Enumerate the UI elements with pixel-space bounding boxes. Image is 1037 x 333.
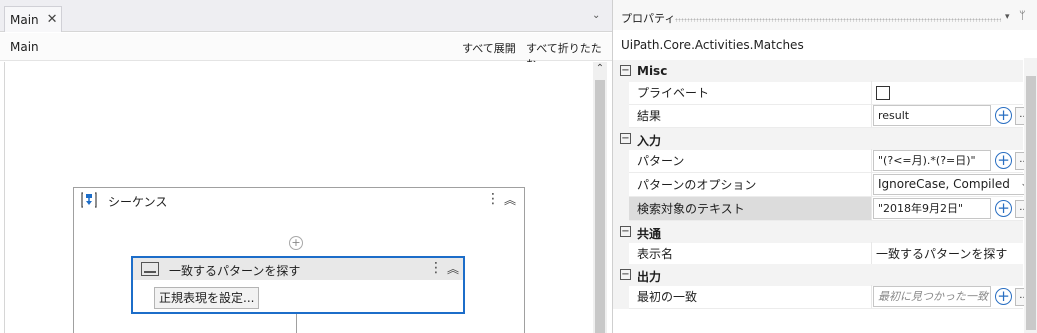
add-variable-icon[interactable]: + [995, 200, 1012, 217]
property-name[interactable]: プライベート [629, 81, 871, 105]
property-value: result + ... [871, 104, 1033, 128]
chevron-down-icon[interactable]: ⌄ [592, 10, 600, 21]
pattern-options-value: IgnoreCase, Compiled [878, 177, 1010, 191]
sequence-title: シーケンス [108, 195, 168, 209]
close-icon[interactable]: ✕ [47, 13, 58, 26]
activity-class-name: UiPath.Core.Activities.Matches [621, 38, 804, 52]
add-variable-icon[interactable]: + [995, 152, 1012, 169]
property-name[interactable]: パターン [629, 149, 871, 173]
sequence-icon [81, 192, 97, 208]
property-row-pattern-options: パターンのオプション IgnoreCase, Compiled ⌄ [613, 173, 1033, 197]
scroll-up-icon[interactable]: ⌃ [594, 63, 606, 74]
expand-all-link[interactable]: すべて展開 [462, 40, 516, 56]
more-options-icon[interactable]: ⋮ [429, 260, 443, 276]
collapse-toggle-icon[interactable]: − [620, 226, 631, 237]
property-value: 最初に見つかった一致を... + ... [871, 285, 1033, 309]
activity-window-icon [141, 262, 159, 276]
property-name[interactable]: 結果 [629, 104, 871, 128]
designer-toolbar: Main すべて展開 すべて折りたたむ [0, 33, 612, 71]
category-common[interactable]: − 共通 [613, 221, 1023, 243]
property-row-display-name: 表示名 一致するパターンを探す [613, 242, 1023, 266]
breadcrumb[interactable]: Main [10, 40, 39, 54]
collapse-icon[interactable]: ︽ [504, 191, 516, 208]
property-value: 一致するパターンを探す [871, 242, 1023, 266]
matches-activity[interactable]: 一致するパターンを探す ⋮ ︽ 正規表現を設定... [131, 256, 465, 314]
tab-main-label: Main [10, 12, 39, 27]
set-regex-button[interactable]: 正規表現を設定... [154, 287, 260, 309]
private-checkbox[interactable] [876, 86, 890, 100]
sequence-connector-line [296, 314, 297, 333]
property-row-pattern: パターン "(?<=月).*(?=日)" + ... [613, 149, 1033, 173]
collapse-toggle-icon[interactable]: − [620, 269, 631, 280]
scrollbar-thumb[interactable] [1026, 76, 1036, 330]
pattern-field[interactable]: "(?<=月).*(?=日)" [873, 150, 991, 171]
property-value: IgnoreCase, Compiled ⌄ [871, 173, 1033, 197]
property-name[interactable]: 検索対象のテキスト [629, 197, 871, 221]
add-variable-icon[interactable]: + [995, 288, 1012, 305]
property-value: "(?<=月).*(?=日)" + ... [871, 149, 1033, 173]
properties-titlebar: プロパティ ▾ ᛘ [613, 0, 1037, 30]
property-name[interactable]: 最初の一致 [629, 285, 871, 309]
property-value: "2018年9月2日" + ... [871, 197, 1033, 221]
properties-vertical-scrollbar[interactable] [1024, 58, 1037, 333]
properties-panel: プロパティ ▾ ᛘ UiPath.Core.Activities.Matches… [612, 0, 1037, 333]
panel-grip[interactable] [675, 18, 1001, 22]
category-label: Misc [637, 64, 668, 78]
category-label: 出力 [637, 270, 662, 284]
category-label: 共通 [637, 227, 662, 241]
result-field[interactable]: result [873, 105, 991, 126]
category-misc[interactable]: − Misc [613, 60, 1023, 82]
property-row-input-text: 検索対象のテキスト "2018年9月2日" + ... [613, 197, 1033, 221]
designer-vertical-scrollbar[interactable]: ⌃ [593, 62, 607, 333]
property-row-first-match: 最初の一致 最初に見つかった一致を... + ... [613, 285, 1033, 309]
category-input[interactable]: − 入力 [613, 128, 1023, 150]
property-grid: − Misc プライベート 結果 result + ... − 入力 パ [613, 58, 1037, 333]
property-value [871, 81, 1023, 105]
pin-icon[interactable]: ᛘ [1019, 9, 1026, 22]
property-row-private: プライベート [613, 81, 1023, 105]
property-row-result: 結果 result + ... [613, 104, 1033, 128]
sequence-header[interactable]: シーケンス ⋮ ︽ [74, 188, 524, 212]
pattern-options-select[interactable]: IgnoreCase, Compiled ⌄ [873, 174, 1033, 195]
panel-title: プロパティ [621, 12, 676, 25]
activity-title: 一致するパターンを探す [169, 264, 301, 278]
activity-header[interactable]: 一致するパターンを探す ⋮ ︽ [133, 258, 463, 280]
input-text-field[interactable]: "2018年9月2日" [873, 198, 991, 219]
property-name[interactable]: パターンのオプション [629, 173, 871, 197]
add-activity-icon[interactable]: + [289, 236, 303, 250]
collapse-toggle-icon[interactable]: − [620, 133, 631, 144]
more-options-icon[interactable]: ⋮ [486, 191, 500, 207]
category-output[interactable]: − 出力 [613, 264, 1023, 286]
tab-main[interactable]: Main ✕ [4, 6, 62, 32]
collapse-icon[interactable]: ︽ [447, 260, 459, 277]
add-variable-icon[interactable]: + [995, 107, 1012, 124]
display-name-value[interactable]: 一致するパターンを探す [876, 242, 1007, 266]
category-label: 入力 [637, 134, 662, 148]
collapse-toggle-icon[interactable]: − [620, 65, 631, 76]
scrollbar-thumb[interactable] [595, 80, 605, 333]
first-match-field[interactable]: 最初に見つかった一致を... [873, 286, 991, 307]
document-tab-bar: Main ✕ ⌄ [0, 0, 612, 32]
property-name[interactable]: 表示名 [629, 242, 871, 266]
chevron-down-icon[interactable]: ▾ [1005, 12, 1010, 22]
